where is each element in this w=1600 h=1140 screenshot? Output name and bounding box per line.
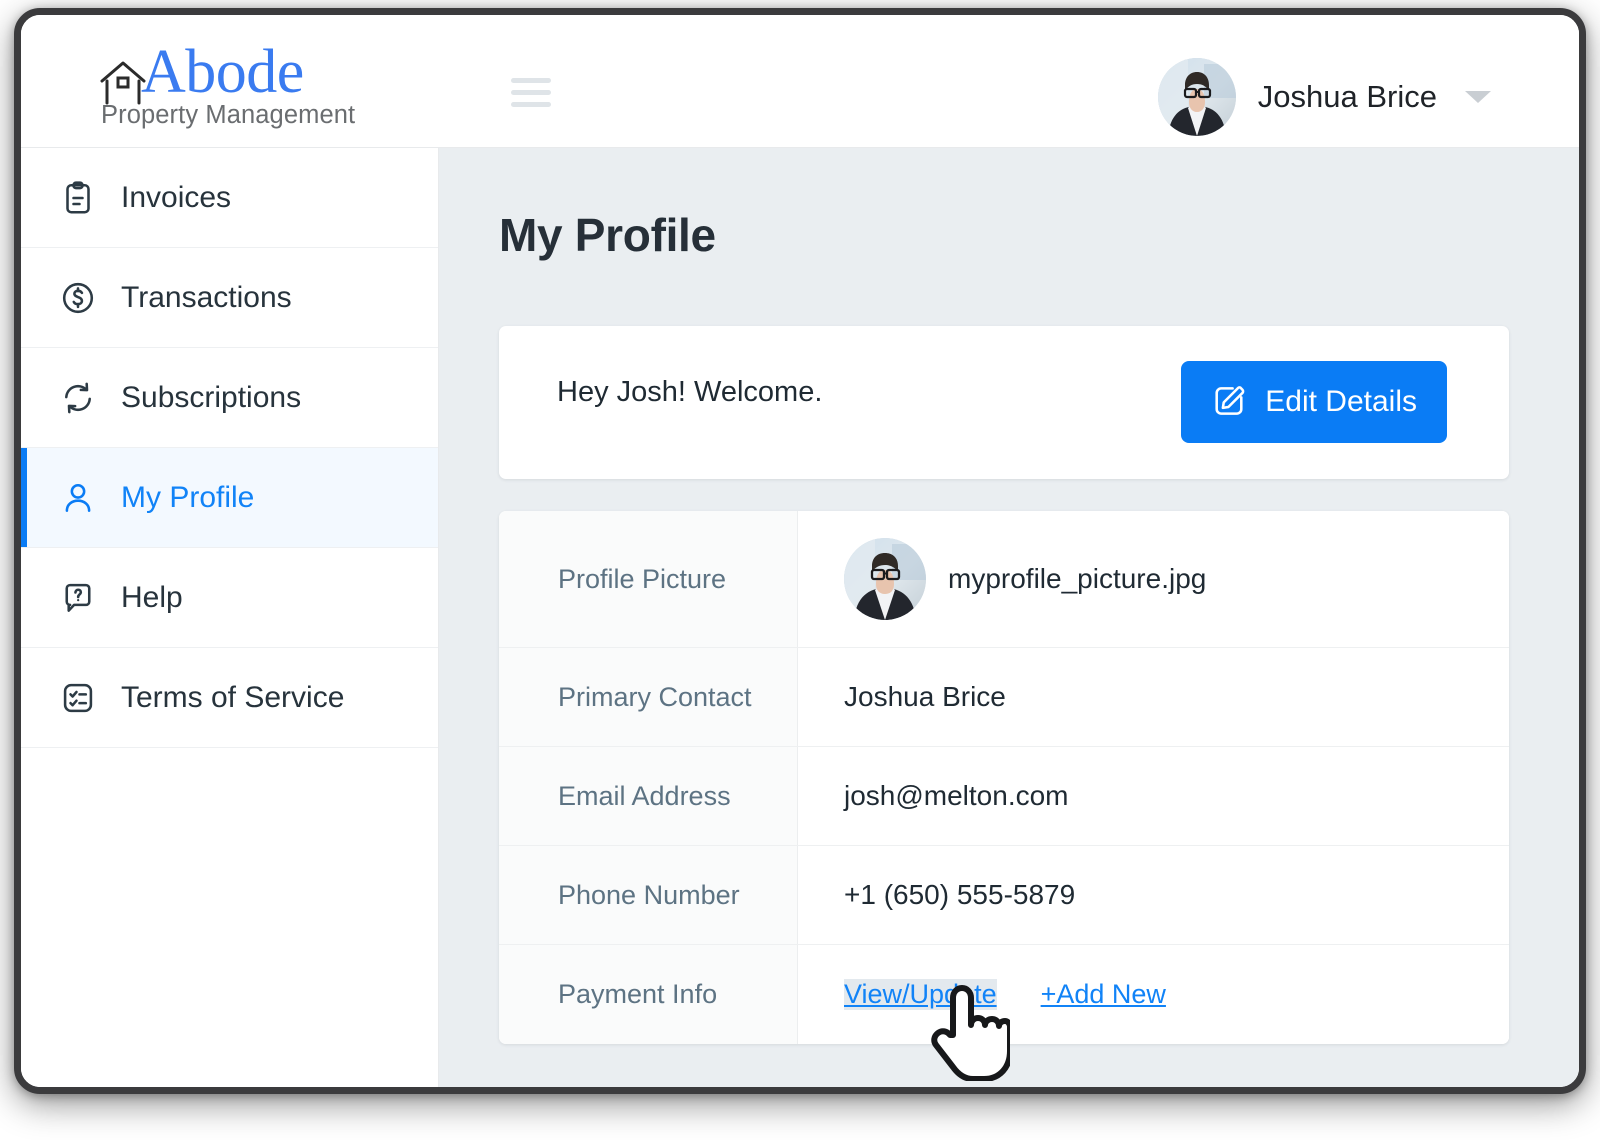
row-value-profile-picture: myprofile_picture.jpg xyxy=(798,511,1509,647)
sidebar-item-terms-of-service[interactable]: Terms of Service xyxy=(21,648,438,748)
sidebar-item-label: Subscriptions xyxy=(121,380,302,414)
table-row: Profile Picture myprofile_picture.jpg xyxy=(499,511,1509,648)
sidebar-item-label: Transactions xyxy=(121,280,292,314)
brand-tagline: Property Management xyxy=(101,101,356,129)
hamburger-menu-icon[interactable] xyxy=(511,78,551,107)
screen-root: Abode Property Management Joshua Brice I… xyxy=(0,0,1600,1140)
sidebar-item-my-profile[interactable]: My Profile xyxy=(21,448,438,548)
profile-picture-filename: myprofile_picture.jpg xyxy=(948,563,1207,594)
row-value-phone-number: +1 (650) 555-5879 xyxy=(798,846,1509,944)
welcome-card: Hey Josh! Welcome. Edit Details xyxy=(499,326,1509,479)
row-label: Profile Picture xyxy=(499,511,798,647)
row-label: Payment Info xyxy=(499,945,798,1044)
brand-name: Abode xyxy=(141,38,304,106)
app-viewport: Abode Property Management Joshua Brice I… xyxy=(21,15,1579,1087)
brand-logo[interactable]: Abode Property Management xyxy=(99,38,439,129)
sidebar-item-label: Terms of Service xyxy=(121,680,345,714)
top-header-bar: Abode Property Management Joshua Brice xyxy=(21,15,1579,148)
refresh-sync-icon xyxy=(57,377,99,419)
hamburger-bar xyxy=(511,102,551,107)
sidebar-item-help[interactable]: Help xyxy=(21,548,438,648)
avatar xyxy=(1157,58,1236,136)
table-row: Payment Info View/Update +Add New xyxy=(499,945,1509,1044)
row-value-email-address: josh@melton.com xyxy=(798,747,1509,845)
table-row: Phone Number +1 (650) 555-5879 xyxy=(499,846,1509,945)
clipboard-icon xyxy=(57,177,99,219)
row-value-primary-contact: Joshua Brice xyxy=(798,648,1509,746)
welcome-message: Hey Josh! Welcome. xyxy=(557,376,823,408)
pencil-edit-icon xyxy=(1211,383,1247,422)
house-icon xyxy=(99,59,147,105)
page-title: My Profile xyxy=(499,209,716,261)
main-content: My Profile Hey Josh! Welcome. Edit Detai… xyxy=(439,148,1579,1087)
sidebar-item-invoices[interactable]: Invoices xyxy=(21,148,438,248)
row-value-payment-info: View/Update +Add New xyxy=(798,945,1509,1044)
row-label: Email Address xyxy=(499,747,798,845)
sidebar-item-label: My Profile xyxy=(121,480,255,514)
row-label: Phone Number xyxy=(499,846,798,944)
profile-picture-thumbnail xyxy=(844,538,926,620)
question-chat-icon xyxy=(57,577,99,619)
add-new-payment-link[interactable]: +Add New xyxy=(1041,979,1166,1010)
sidebar-item-label: Invoices xyxy=(121,180,232,214)
view-update-link[interactable]: View/Update xyxy=(844,979,997,1010)
user-menu[interactable]: Joshua Brice xyxy=(1157,51,1491,143)
sidebar-item-label: Help xyxy=(121,580,183,614)
profile-details-table: Profile Picture myprofile_picture.jpg Pr… xyxy=(499,511,1509,1044)
checklist-icon xyxy=(57,677,99,719)
edit-details-label: Edit Details xyxy=(1265,385,1417,418)
row-label: Primary Contact xyxy=(499,648,798,746)
chevron-down-icon[interactable] xyxy=(1465,91,1491,103)
sidebar-item-subscriptions[interactable]: Subscriptions xyxy=(21,348,438,448)
table-row: Email Address josh@melton.com xyxy=(499,747,1509,846)
sidebar-nav: Invoices Transactions Subscriptions My P… xyxy=(21,148,439,1087)
person-icon xyxy=(57,477,99,519)
user-name-label: Joshua Brice xyxy=(1257,79,1437,114)
edit-details-button[interactable]: Edit Details xyxy=(1181,361,1447,443)
dollar-circle-icon xyxy=(57,277,99,319)
sidebar-item-transactions[interactable]: Transactions xyxy=(21,248,438,348)
hamburger-bar xyxy=(511,90,551,95)
hamburger-bar xyxy=(511,78,551,83)
table-row: Primary Contact Joshua Brice xyxy=(499,648,1509,747)
browser-window: Abode Property Management Joshua Brice I… xyxy=(14,8,1586,1094)
